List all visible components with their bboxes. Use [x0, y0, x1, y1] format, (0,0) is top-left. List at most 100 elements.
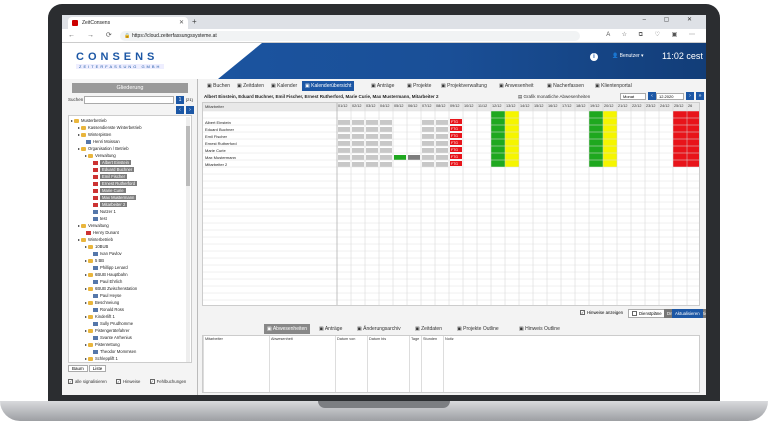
day-header[interactable]: 17/12	[562, 104, 572, 108]
expand-arrow-icon[interactable]: ▸	[71, 118, 73, 123]
day-header[interactable]: 12/12	[492, 104, 502, 108]
day-header[interactable]: 04/12	[380, 104, 390, 108]
check-hinweise[interactable]: ✓ Hinweise	[115, 379, 140, 385]
period-select[interactable]: Monat	[620, 93, 646, 100]
day-header[interactable]: 10/12	[464, 104, 474, 108]
expand-arrow-icon[interactable]: ▸	[78, 146, 80, 151]
check-fehlbuchungen[interactable]: ✓ Fehlbuchungen	[149, 379, 186, 385]
window-controls[interactable]: – ▢ ✕	[643, 16, 700, 23]
tree-node[interactable]: ▸ Winterbetrieb	[78, 236, 113, 243]
tree-node[interactable]: Ronald Ross	[92, 306, 124, 313]
day-header[interactable]: 18/12	[576, 104, 586, 108]
grafik-link[interactable]: ▤ Grafik monatliche Abwesenheiten	[518, 92, 590, 101]
tree-node[interactable]: Henri Moissan	[85, 138, 120, 145]
tree-node[interactable]: Paul Heyse	[92, 292, 121, 299]
prev-month-button[interactable]: ‹	[648, 92, 656, 100]
tree-node[interactable]: ▸ Verwaltung	[78, 222, 109, 229]
tab-zeitdaten[interactable]: ▣ Zeitdaten	[234, 81, 267, 91]
tab-projektverwaltung[interactable]: ▣ Projektverwaltung	[438, 81, 490, 91]
check-signal[interactable]: ✓ alle signalisieren	[68, 379, 107, 385]
tree-node[interactable]: Svante Arrhenius	[92, 334, 132, 341]
tree-node[interactable]: ▸ Pistenrettung	[85, 341, 120, 348]
tree-node[interactable]: Eduard Buchner	[92, 166, 135, 173]
prev-arrow-icon[interactable]: ‹	[176, 106, 184, 114]
tab-kalenderbersicht[interactable]: ▣ Kalenderübersicht	[302, 81, 355, 91]
refresh-button[interactable]: Aktualisieren	[672, 309, 703, 318]
checkbox-icon[interactable]: ✓	[149, 379, 155, 385]
day-header[interactable]: 08/12	[436, 104, 446, 108]
tree-node[interactable]: Albert Einstein	[92, 159, 131, 166]
today-button[interactable]: »	[696, 92, 704, 100]
expand-arrow-icon[interactable]: ▸	[85, 244, 87, 249]
tree-node[interactable]: Mitarbeiter 2	[92, 201, 128, 208]
calendar-grid[interactable]: Mitarbeiter 01/12 02/12 03/12 04/12 05/12 06/…	[202, 102, 700, 306]
day-header[interactable]: 06/12	[408, 104, 418, 108]
expand-arrow-icon[interactable]: ▸	[85, 328, 87, 333]
tree-node[interactable]: ▸ 5 BB	[85, 257, 104, 264]
tab-antrge[interactable]: ▣ Anträge	[368, 81, 397, 91]
employee-row-label[interactable]: Albert Einstein	[205, 120, 231, 125]
search-input[interactable]	[84, 96, 174, 104]
close-tab-icon[interactable]: ✕	[179, 17, 184, 29]
tab-nacherfassen[interactable]: ▣ Nacherfassen	[544, 81, 587, 91]
tree-node[interactable]: ▸ Organisation / Betrieb	[78, 145, 129, 152]
day-header[interactable]: 25/12	[674, 104, 684, 108]
table-column-header[interactable]: Notiz	[445, 337, 454, 341]
tree-node[interactable]: ▸ Verwaltung	[85, 152, 116, 159]
day-header[interactable]: 19/12	[590, 104, 600, 108]
expand-arrow-icon[interactable]: ▸	[85, 314, 87, 319]
tab-liste[interactable]: Liste	[88, 365, 107, 372]
day-header[interactable]: 23/12	[646, 104, 656, 108]
expand-arrow-icon[interactable]: ▸	[78, 237, 80, 242]
tree-node[interactable]: Ivan Pavlov	[92, 250, 122, 257]
expand-arrow-icon[interactable]: ▸	[85, 286, 87, 291]
tab-kalender[interactable]: ▣ Kalender	[268, 81, 300, 91]
next-month-button[interactable]: ›	[686, 92, 694, 100]
user-menu[interactable]: 👤 Benutzer ▾	[612, 53, 644, 59]
table-column-header[interactable]: Datum von	[337, 337, 355, 341]
tree-node[interactable]: Sully Prudhomme	[92, 320, 133, 327]
table-column-header[interactable]: Stunden	[423, 337, 437, 341]
bottom-tab[interactable]: ▣ Zeitdaten	[412, 324, 445, 334]
tree-node[interactable]: ▸ Musterbetrieb	[71, 117, 107, 124]
bottom-tab[interactable]: ▣ Projekte Outline	[454, 324, 502, 334]
day-header[interactable]: 24/12	[660, 104, 670, 108]
table-column-header[interactable]: Abwesenheit	[271, 337, 293, 341]
tree-node[interactable]: ▸ Winterpisten	[78, 131, 111, 138]
dienstplaene-button[interactable]: Dienstpläne	[628, 309, 666, 318]
day-header[interactable]: 01/12	[338, 104, 348, 108]
checkbox-icon[interactable]: ✓	[115, 379, 121, 385]
tree-scroll-thumb[interactable]	[186, 126, 190, 186]
browser-tab[interactable]: ZeitConsens ✕	[68, 17, 188, 29]
tree-node[interactable]: ▸ Kassendienste Winterbetrieb	[78, 124, 142, 131]
tree-node[interactable]: ▸ 10BUB	[85, 243, 108, 250]
info-icon[interactable]: i	[590, 53, 598, 61]
tree-view[interactable]: ▸ Musterbetrieb ▸ Kassendienste Winterbetri…	[68, 115, 192, 363]
tree-node[interactable]: Paul Ehrlich	[92, 278, 122, 285]
next-arrow-icon[interactable]: ›	[186, 106, 194, 114]
expand-arrow-icon[interactable]: ▸	[78, 125, 80, 130]
day-header[interactable]: 09/12	[450, 104, 460, 108]
tree-node[interactable]: Max Mustermann	[92, 194, 137, 201]
tree-node[interactable]: test	[92, 215, 107, 222]
bottom-tab[interactable]: ▣ Änderungsarchiv	[354, 324, 404, 334]
day-header[interactable]: 11/12	[478, 104, 487, 108]
employee-row-label[interactable]: Marie Curie	[205, 148, 226, 153]
tab-baum[interactable]: Baum	[68, 365, 88, 372]
tree-node[interactable]: Marie Curie	[92, 187, 126, 194]
tab-anwesenheit[interactable]: ▣ Anwesenheit	[496, 81, 536, 91]
day-header[interactable]: 03/12	[366, 104, 376, 108]
day-header[interactable]: 22/12	[632, 104, 642, 108]
browser-toolbar-icons[interactable]: A ☆ ⧉ ♡ ▣ ⋯	[606, 31, 700, 39]
tree-node[interactable]: Theodor Mommsen	[92, 348, 136, 355]
day-header[interactable]: 14/12	[520, 104, 530, 108]
day-header[interactable]: 15/12	[534, 104, 544, 108]
bottom-tab[interactable]: ▣ Anträge	[316, 324, 345, 334]
day-header[interactable]: 20/12	[604, 104, 614, 108]
tab-klientenportal[interactable]: ▣ Klientenportal	[592, 81, 635, 91]
tree-node[interactable]: Emil Fischer	[92, 173, 128, 180]
checkbox-icon[interactable]	[632, 311, 637, 317]
search-page-button[interactable]: 1	[176, 96, 184, 104]
expand-arrow-icon[interactable]: ▸	[78, 223, 80, 228]
checkbox-icon[interactable]: ✓	[68, 379, 73, 385]
